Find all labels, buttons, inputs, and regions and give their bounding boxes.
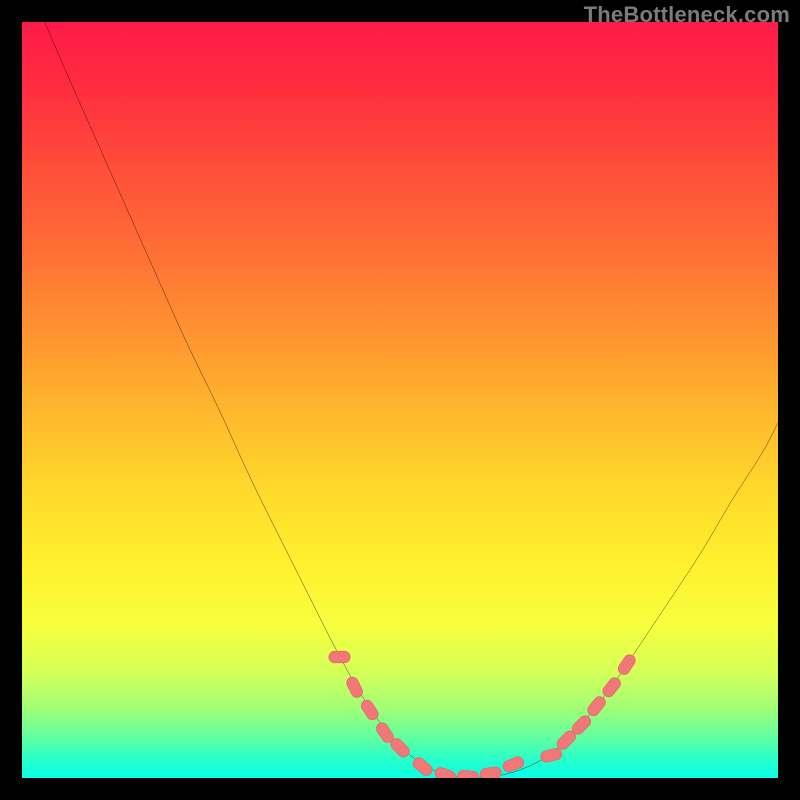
curve-marker xyxy=(616,653,637,677)
curve-marker xyxy=(601,675,623,699)
chart-frame: TheBottleneck.com xyxy=(0,0,800,800)
curve-svg xyxy=(22,22,778,778)
watermark-text: TheBottleneck.com xyxy=(584,2,790,28)
marker-layer xyxy=(329,651,637,778)
curve-marker xyxy=(457,770,479,778)
curve-marker xyxy=(329,651,350,662)
curve-marker xyxy=(345,675,365,699)
bottleneck-curve xyxy=(45,22,778,778)
curve-marker xyxy=(359,698,380,722)
curve-marker xyxy=(479,766,501,778)
curve-marker xyxy=(433,766,457,778)
curve-marker xyxy=(540,747,563,763)
curve-marker xyxy=(501,755,525,773)
curve-layer xyxy=(45,22,778,778)
curve-marker xyxy=(586,694,608,718)
curve-marker xyxy=(411,756,435,778)
plot-area xyxy=(22,22,778,778)
